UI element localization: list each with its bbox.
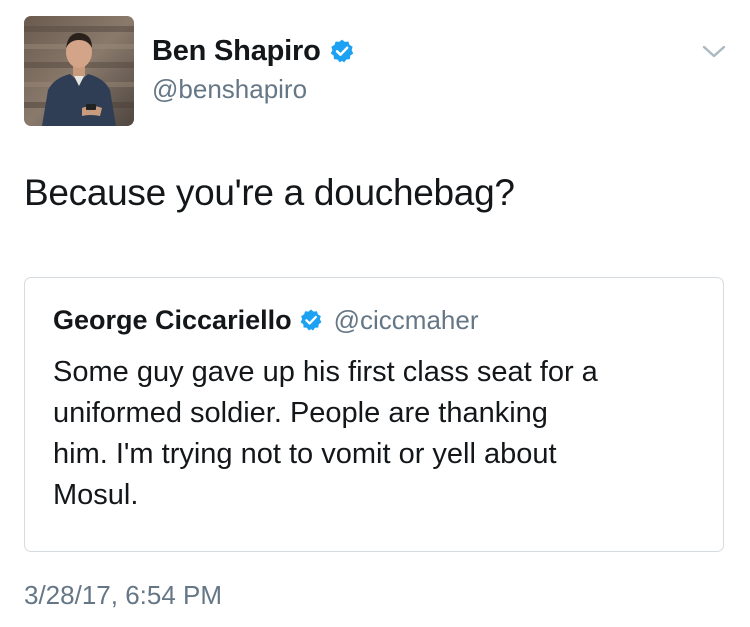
author-display-name[interactable]: Ben Shapiro [152,35,321,68]
tweet-text: Because you're a douchebag? [24,172,515,213]
quoted-handle: @ciccmaher [333,304,479,335]
chevron-down-icon[interactable] [701,43,727,61]
author-handle[interactable]: @benshapiro [152,74,307,105]
quoted-tweet-header: George Ciccariello @ciccmaher [53,302,478,338]
quoted-display-name: George Ciccariello [53,304,292,335]
quoted-tweet-text: Some guy gave up his first class seat fo… [53,356,598,511]
tweet-card: Ben Shapiro @benshapiro Because you're a… [0,0,750,627]
verified-badge-icon [329,38,355,64]
tweet-timestamp[interactable]: 3/28/17, 6:54 PM [24,580,222,611]
verified-badge-icon [299,308,323,332]
author-name-row: Ben Shapiro [152,34,355,68]
author-avatar[interactable] [24,16,134,126]
avatar-image [24,16,134,126]
quoted-tweet[interactable]: George Ciccariello @ciccmaher Some guy g… [24,277,724,552]
